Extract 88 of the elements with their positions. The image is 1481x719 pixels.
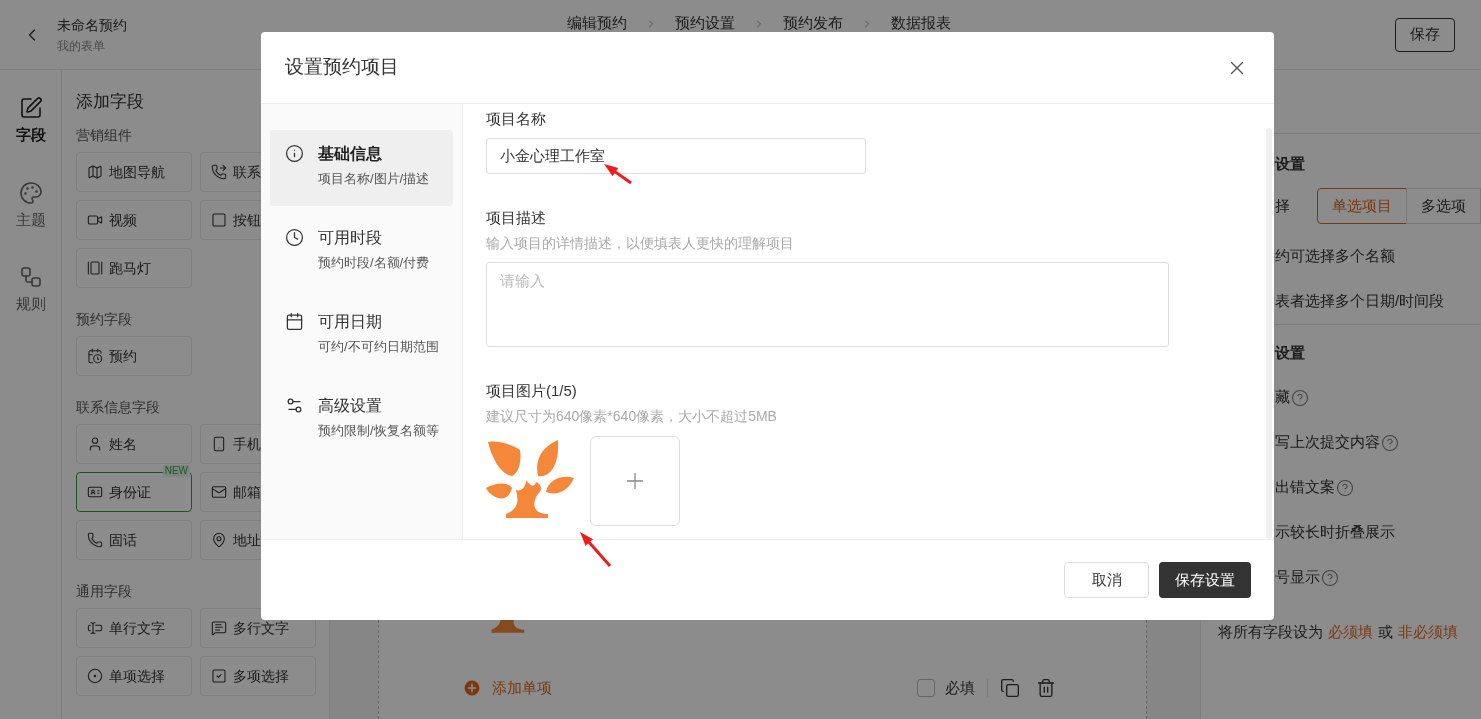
save-settings-button[interactable]: 保存设置 <box>1159 562 1251 598</box>
help-icon[interactable] <box>1291 388 1309 407</box>
group-title: 联系信息字段 <box>76 398 160 416</box>
delete-icon[interactable] <box>1036 677 1056 698</box>
button-icon <box>211 212 227 228</box>
field-label: 项目名称 <box>486 109 547 129</box>
form-title: 未命名预约 <box>57 15 127 35</box>
help-icon[interactable] <box>1381 433 1399 452</box>
palette-icon <box>18 180 43 205</box>
required-label: 必填 <box>945 677 975 698</box>
step-link[interactable]: 预约设置 <box>675 12 735 35</box>
setting-label: 约可选择多个名额 <box>1275 246 1395 267</box>
calendar-clock-icon <box>87 348 103 364</box>
bulk-link[interactable]: 非必须填 <box>1398 621 1458 644</box>
text-input-icon <box>87 620 103 636</box>
annotation-arrow <box>604 164 632 185</box>
field-button[interactable]: 跑马灯 <box>76 248 192 288</box>
panel-title: 添加字段 <box>76 91 145 113</box>
segment-option[interactable]: 多选项 <box>1406 188 1481 224</box>
setting-label: 择 <box>1274 195 1291 216</box>
setting-label: 出错文案 <box>1275 477 1335 498</box>
cancel-button[interactable]: 取消 <box>1064 562 1149 598</box>
save-button[interactable]: 保存 <box>1395 17 1455 52</box>
mail-icon <box>211 484 227 500</box>
add-icon[interactable] <box>462 677 482 698</box>
description-textarea[interactable]: 请输入 <box>486 262 1169 347</box>
setting-label: 表者选择多个日期/时间段 <box>1275 291 1445 312</box>
new-badge: NEW <box>162 465 190 477</box>
field-button[interactable]: 单行文字 <box>76 608 192 648</box>
step-link[interactable]: 编辑预约 <box>567 12 627 35</box>
step-link[interactable]: 预约发布 <box>783 12 843 35</box>
flow-icon <box>18 265 43 289</box>
field-button[interactable]: 预约 <box>76 336 192 376</box>
calendar-icon <box>285 312 304 331</box>
modal-nav-item[interactable]: 基础信息 项目名称/图片/描述 <box>270 130 453 206</box>
modal-title: 设置预约项目 <box>285 55 399 80</box>
bulk-link[interactable]: 必须填 <box>1328 621 1373 644</box>
modal-nav-item[interactable]: 可用日期 可约/不可约日期范围 <box>270 298 453 374</box>
field-label: 项目图片(1/5) <box>486 381 578 401</box>
form-subtitle: 我的表单 <box>57 37 106 55</box>
marquee-icon <box>87 260 103 276</box>
field-button[interactable]: 视频 <box>76 200 192 240</box>
field-button[interactable]: 单项选择 <box>76 656 192 696</box>
segment-option[interactable]: 单选项目 <box>1317 188 1407 224</box>
field-button[interactable]: 多项选择 <box>200 656 316 696</box>
id-card-icon <box>87 484 103 500</box>
bulk-joiner: 或 <box>1378 622 1393 643</box>
message-icon <box>211 620 227 636</box>
rail-tab[interactable]: 字段 <box>15 96 46 147</box>
field-button[interactable]: 地图导航 <box>76 152 192 192</box>
setting-label: 藏 <box>1275 387 1290 408</box>
sliders-icon <box>285 396 304 415</box>
bulk-label: 将所有字段设为 <box>1218 622 1323 643</box>
section-title: 设置 <box>1273 154 1306 174</box>
video-camera-icon <box>87 212 103 228</box>
step-link[interactable]: 数据报表 <box>891 12 951 35</box>
mobile-phone-icon <box>211 436 227 452</box>
phone-call-icon <box>211 164 227 180</box>
field-hint: 输入项目的详情描述，以便填表人更快的理解项目 <box>486 234 795 253</box>
setting-label: 示较长时折叠展示 <box>1275 522 1395 543</box>
section-title: 设置 <box>1273 343 1306 363</box>
location-pin-icon <box>211 532 227 548</box>
help-icon[interactable] <box>1336 478 1354 497</box>
field-hint: 建议尺寸为640像素*640像素，大小不超过5MB <box>486 407 778 426</box>
setting-label: 写上次提交内容 <box>1275 432 1380 453</box>
rail-tab[interactable]: 主题 <box>15 180 46 231</box>
copy-icon[interactable] <box>1000 677 1020 698</box>
field-button[interactable]: 固话 <box>76 520 192 560</box>
required-checkbox[interactable] <box>917 678 935 697</box>
clock-icon <box>285 228 304 247</box>
name-input[interactable]: 小金心理工作室 <box>486 138 866 174</box>
group-title: 预约字段 <box>76 310 132 328</box>
user-icon <box>87 436 103 452</box>
setting-label: 号显示 <box>1275 567 1320 588</box>
add-item-link[interactable]: 添加单项 <box>492 676 552 699</box>
edit-icon <box>18 96 43 120</box>
group-title: 通用字段 <box>76 582 132 600</box>
map-icon <box>87 164 103 180</box>
field-label: 项目描述 <box>486 208 547 228</box>
info-icon <box>285 144 304 163</box>
rail-tab[interactable]: 规则 <box>15 265 46 316</box>
checkbox-icon <box>211 668 227 684</box>
help-icon[interactable] <box>1321 568 1339 587</box>
group-title: 营销组件 <box>76 126 132 144</box>
phone-icon <box>87 532 103 548</box>
radio-icon <box>87 668 103 684</box>
annotation-arrow <box>580 532 612 567</box>
field-button[interactable]: 姓名 <box>76 424 192 464</box>
